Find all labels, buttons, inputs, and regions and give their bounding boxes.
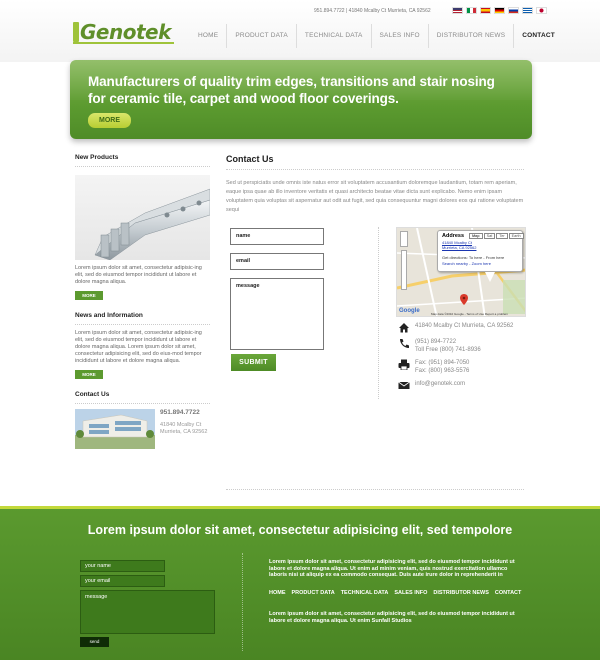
sidebar: New Products Lorem ipsum dolor sit amet,… — [75, 154, 210, 449]
sidebar-contact-details: 951.894.7722 41840 Mcalby Ct Murrieta, C… — [160, 409, 208, 449]
hero-line-2: for ceramic tile, carpet and wood floor … — [88, 91, 399, 106]
info-address-row: 41840 Mcalby Ct Murrieta, CA 92562 — [398, 322, 513, 333]
new-products-heading: New Products — [75, 154, 210, 167]
info-address: 41840 Mcalby Ct Murrieta, CA 92562 — [415, 323, 514, 329]
sidebar-contact-block: 951.894.7722 41840 Mcalby Ct Murrieta, C… — [75, 409, 210, 449]
japan-flag-icon[interactable] — [536, 7, 547, 14]
footer-paragraph-2: Lorem ipsum dolor sit amet, consectetur … — [269, 611, 515, 624]
new-products-more-button[interactable]: MORE — [75, 291, 103, 300]
info-phone: (951) 894-7722 — [415, 339, 457, 345]
trim-profile-image — [94, 188, 210, 260]
hero-headline: Manufacturers of quality trim edges, tra… — [88, 73, 528, 107]
nav-product-data[interactable]: PRODUCT DATA — [226, 24, 296, 48]
map-popup-directions[interactable]: Get directions: To here - From here — [442, 255, 504, 260]
nav-technical-data[interactable]: TECHNICAL DATA — [295, 24, 371, 48]
mail-icon — [398, 381, 410, 389]
map-popup-search[interactable]: Search nearby - Zoom here — [442, 261, 491, 266]
footer-nav-home[interactable]: HOME — [269, 590, 286, 596]
map-popup-address[interactable]: 41840 Mcalby Ct Murrieta, CA 92562 — [442, 240, 484, 250]
hero-line-1: Manufacturers of quality trim edges, tra… — [88, 74, 495, 89]
fax-icon — [398, 359, 410, 370]
info-email-row: info@genotek.com — [398, 380, 465, 391]
footer-nav-sales-info[interactable]: SALES INFO — [394, 590, 427, 596]
info-phone-lines: (951) 894-7722 Toll Free (800) 741-8936 — [415, 338, 481, 354]
info-fax-2: Fax: (800) 963-5576 — [415, 368, 470, 374]
map-type-ter[interactable]: Ter — [496, 233, 508, 239]
info-fax-row: Fax: (951) 894-7050 Fax: (800) 963-5576 — [398, 359, 469, 375]
phone-icon — [400, 339, 409, 348]
footer-divider — [242, 553, 243, 651]
hero-banner: Manufacturers of quality trim edges, tra… — [70, 60, 532, 139]
us-flag-icon[interactable] — [452, 7, 463, 14]
map-attribution[interactable]: Map data ©2010 Google - Terms of Use Rep… — [431, 312, 508, 316]
sidebar-contact-phone: 951.894.7722 — [160, 409, 200, 416]
hero-more-button[interactable]: MORE — [88, 113, 131, 128]
info-fax-1: Fax: (951) 894-7050 — [415, 360, 470, 366]
news-text: Lorem ipsum dolor sit amet, consectetur … — [75, 330, 202, 364]
map-pan-control[interactable] — [400, 231, 408, 247]
map-info-popup: Address 41840 Mcalby Ct Murrieta, CA 925… — [437, 230, 524, 272]
map-zoom-slider[interactable] — [401, 250, 407, 290]
home-icon — [399, 323, 409, 333]
germany-flag-icon[interactable] — [494, 7, 505, 14]
new-products-text: Lorem ipsum dolor sit amet, consectetur … — [75, 265, 202, 285]
sidebar-contact-address: 41840 Mcalby Ct Murrieta, CA 92562 — [160, 422, 208, 435]
site-logo[interactable]: Genotek — [73, 22, 171, 42]
map-type-sat[interactable]: Sat — [483, 233, 496, 239]
main-nav: HOME PRODUCT DATA TECHNICAL DATA SALES I… — [190, 24, 563, 48]
nav-home[interactable]: HOME — [190, 24, 226, 48]
info-phone-row: (951) 894-7722 Toll Free (800) 741-8936 — [398, 338, 481, 354]
news-more-button[interactable]: MORE — [75, 370, 103, 379]
name-field[interactable]: name — [230, 228, 324, 245]
info-fax-lines: Fax: (951) 894-7050 Fax: (800) 963-5576 — [415, 359, 469, 375]
submit-button[interactable]: SUBMIT — [231, 354, 276, 371]
language-flags — [452, 7, 547, 14]
italy-flag-icon[interactable] — [466, 7, 477, 14]
map-type-earth[interactable]: Earth — [508, 233, 524, 239]
footer-nav-technical-data[interactable]: TECHNICAL DATA — [341, 590, 389, 596]
column-divider — [378, 227, 379, 399]
info-toll-free: Toll Free (800) 741-8936 — [415, 347, 481, 353]
footer-nav: HOME PRODUCT DATA TECHNICAL DATA SALES I… — [269, 590, 521, 596]
footer-email-field[interactable]: your email — [80, 575, 165, 587]
map-popup-title: Address — [442, 233, 465, 239]
nav-contact[interactable]: CONTACT — [513, 24, 563, 48]
product-image[interactable] — [75, 175, 210, 260]
news-heading: News and Information — [75, 312, 210, 325]
footer-nav-contact[interactable]: CONTACT — [495, 590, 521, 596]
nav-distributor-news[interactable]: DISTRIBUTOR NEWS — [427, 24, 513, 48]
russia-flag-icon[interactable] — [508, 7, 519, 14]
footer-message-field[interactable]: message — [80, 590, 215, 634]
nav-sales-info[interactable]: SALES INFO — [370, 24, 428, 48]
google-logo: Google — [399, 308, 420, 314]
footer-paragraph-1: Lorem ipsum dolor sit amet, consectetur … — [269, 559, 515, 578]
bottom-divider — [226, 489, 524, 490]
title-divider — [226, 169, 524, 170]
spain-flag-icon[interactable] — [480, 7, 491, 14]
message-field[interactable]: message — [230, 278, 324, 350]
footer-title: Lorem ipsum dolor sit amet, consectetur … — [87, 523, 513, 537]
page-title: Contact Us — [226, 154, 274, 164]
header-contact-strip: 951.894.7722 | 41840 Mcalby Ct Murrieta,… — [314, 8, 431, 14]
footer-accent-line — [0, 506, 600, 509]
footer-nav-distributor-news[interactable]: DISTRIBUTOR NEWS — [433, 590, 489, 596]
location-map[interactable]: Address 41840 Mcalby Ct Murrieta, CA 925… — [396, 227, 526, 317]
logo-underline — [73, 42, 174, 44]
map-type-controls: Map Sat Ter Earth — [469, 233, 524, 239]
map-type-map[interactable]: Map — [469, 233, 483, 239]
building-image — [75, 409, 155, 449]
footer-nav-product-data[interactable]: PRODUCT DATA — [292, 590, 335, 596]
email-field[interactable]: email — [230, 253, 324, 270]
map-marker-icon[interactable] — [460, 294, 468, 305]
logo-mark — [73, 22, 79, 42]
logo-text: Genotek — [80, 20, 171, 44]
footer-send-button[interactable]: send — [80, 637, 109, 647]
greece-flag-icon[interactable] — [522, 7, 533, 14]
map-popup-pointer — [485, 272, 495, 282]
footer-name-field[interactable]: your name — [80, 560, 165, 572]
info-email[interactable]: info@genotek.com — [415, 380, 465, 388]
contact-intro: Sed ut perspiciatis unde omnis iste natu… — [226, 180, 524, 213]
sidebar-contact-heading: Contact Us — [75, 391, 210, 404]
